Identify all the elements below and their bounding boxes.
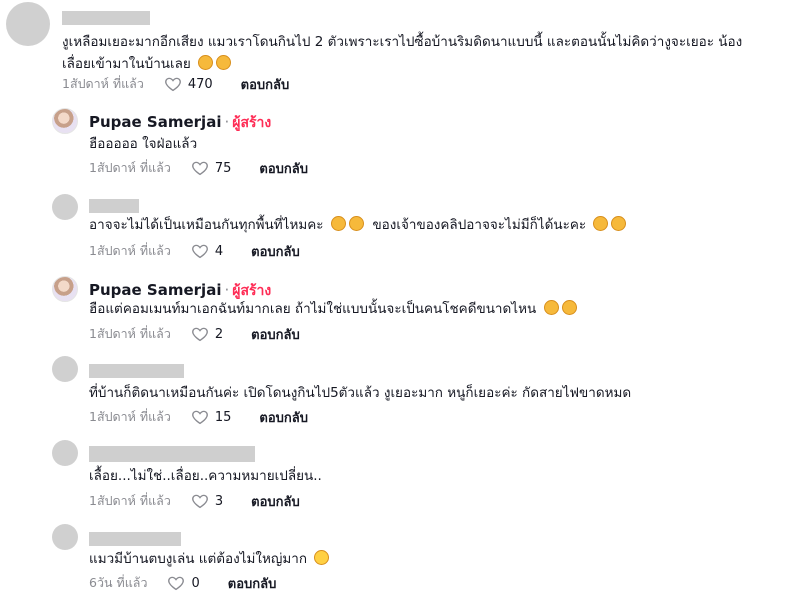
pleading-face-icon	[348, 216, 364, 231]
separator: ·	[224, 113, 230, 131]
like-count: 470	[187, 76, 213, 92]
like-count: 0	[191, 575, 200, 591]
comment-meta: 1สัปดาห์ ที่แล้ว 2 ตอบกลับ	[89, 324, 300, 344]
comment-meta: 1สัปดาห์ ที่แล้ว 75 ตอบกลับ	[89, 158, 308, 178]
pleading-face-icon	[561, 300, 577, 315]
pleading-face-icon	[593, 216, 609, 231]
redacted-username	[89, 199, 139, 213]
pleading-face-icon	[198, 55, 214, 70]
like-count: 4	[214, 243, 224, 259]
comment-meta: 1สัปดาห์ ที่แล้ว 470 ตอบกลับ	[62, 74, 289, 94]
like-count: 75	[214, 160, 232, 176]
heart-icon[interactable]	[191, 242, 209, 260]
comment-meta: 1สัปดาห์ ที่แล้ว 15 ตอบกลับ	[89, 407, 308, 427]
reply-item: Pupae Samerjai · ผู้สร้าง ฮือแต่คอมเมนท์มา…	[0, 272, 800, 352]
creator-badge: ผู้สร้าง	[232, 283, 272, 299]
timestamp: 1สัปดาห์ ที่แล้ว	[89, 493, 171, 508]
timestamp: 1สัปดาห์ ที่แล้ว	[89, 326, 171, 341]
comment-text: เลื้อย...ไม่ใช่..เลื่อย..ความหมายเปลี่ยน…	[89, 468, 322, 484]
comment-text: อาจจะไม่ได้เป็นเหมือนกันทุกพื้นที่ไหมคะ …	[89, 214, 779, 236]
comment-text: งูเหลือมเยอะมากอีกเสียง แมวเราโดนกินไป 2…	[62, 34, 743, 72]
pleading-face-icon	[216, 55, 232, 70]
reply-button[interactable]: ตอบกลับ	[241, 74, 290, 95]
comment-text: แมวมีบ้านตบงูเล่น แต่ต้องไม่ใหญ่มาก	[89, 548, 779, 570]
redacted-username	[62, 11, 150, 25]
avatar[interactable]	[52, 356, 78, 382]
reply-button[interactable]: ตอบกลับ	[228, 573, 277, 594]
heart-icon[interactable]	[167, 574, 185, 592]
heart-icon[interactable]	[191, 159, 209, 177]
reply-button[interactable]: ตอบกลับ	[259, 407, 308, 428]
timestamp: 1สัปดาห์ ที่แล้ว	[89, 160, 171, 175]
heart-icon[interactable]	[191, 325, 209, 343]
creator-avatar[interactable]	[52, 276, 78, 302]
comment-text: ฮือออออ ใจฝ่อแล้ว	[89, 136, 198, 152]
redacted-username	[89, 364, 184, 378]
pleading-face-icon	[330, 216, 346, 231]
like-count: 15	[214, 409, 232, 425]
creator-avatar[interactable]	[52, 108, 78, 134]
reply-item: อาจจะไม่ได้เป็นเหมือนกันทุกพื้นที่ไหมคะ …	[0, 190, 800, 270]
reply-button[interactable]: ตอบกลับ	[251, 324, 300, 345]
heart-icon[interactable]	[191, 492, 209, 510]
comment-text: ที่บ้านก็ติดนาเหมือนกันค่ะ เปิดโดนงูกินไ…	[89, 385, 632, 401]
like-count: 3	[214, 493, 224, 509]
reply-item: ที่บ้านก็ติดนาเหมือนกันค่ะ เปิดโดนงูกินไ…	[0, 354, 800, 434]
reply-item: แมวมีบ้านตบงูเล่น แต่ต้องไม่ใหญ่มาก 6วัน…	[0, 522, 800, 608]
timestamp: 6วัน ที่แล้ว	[89, 575, 148, 590]
reply-button[interactable]: ตอบกลับ	[259, 158, 308, 179]
creator-badge: ผู้สร้าง	[232, 115, 272, 131]
avatar[interactable]	[52, 440, 78, 466]
like-count: 2	[214, 326, 224, 342]
timestamp: 1สัปดาห์ ที่แล้ว	[62, 76, 144, 91]
timestamp: 1สัปดาห์ ที่แล้ว	[89, 243, 171, 258]
reply-item: Pupae Samerjai · ผู้สร้าง ฮือออออ ใจฝ่อแล้…	[0, 104, 800, 184]
avatar[interactable]	[6, 2, 50, 46]
laughing-face-icon	[314, 550, 330, 565]
pleading-face-icon	[611, 216, 627, 231]
redacted-username	[89, 532, 181, 546]
avatar[interactable]	[52, 194, 78, 220]
heart-icon[interactable]	[164, 75, 182, 93]
comment-meta: 1สัปดาห์ ที่แล้ว 4 ตอบกลับ	[89, 241, 300, 261]
comment-text: ฮือแต่คอมเมนท์มาเอกฉันท์มากเลย ถ้าไม่ใช่…	[89, 298, 779, 320]
redacted-username	[89, 446, 255, 462]
avatar[interactable]	[52, 524, 78, 550]
reply-button[interactable]: ตอบกลับ	[251, 241, 300, 262]
timestamp: 1สัปดาห์ ที่แล้ว	[89, 409, 171, 424]
heart-icon[interactable]	[191, 408, 209, 426]
reply-button[interactable]: ตอบกลับ	[251, 491, 300, 512]
pleading-face-icon	[543, 300, 559, 315]
comment-item: งูเหลือมเยอะมากอีกเสียง แมวเราโดนกินไป 2…	[0, 0, 800, 100]
comment-meta: 6วัน ที่แล้ว 0 ตอบกลับ	[89, 573, 276, 593]
comment-meta: 1สัปดาห์ ที่แล้ว 3 ตอบกลับ	[89, 491, 300, 511]
username[interactable]: Pupae Samerjai · ผู้สร้าง	[89, 112, 271, 134]
reply-item: เลื้อย...ไม่ใช่..เลื่อย..ความหมายเปลี่ยน…	[0, 438, 800, 518]
separator: ·	[224, 281, 230, 299]
